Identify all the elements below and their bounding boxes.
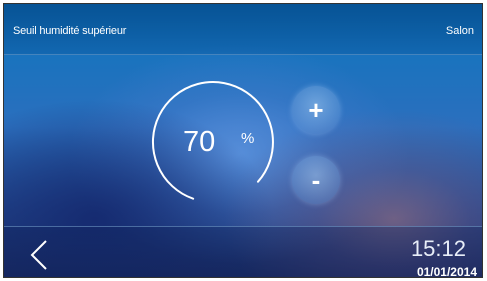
setpoint-unit: % — [241, 130, 255, 147]
clock-date: 01/01/2014 — [416, 265, 477, 278]
room-label: Salon — [445, 25, 474, 37]
bottom-bar: 15:12 01/01/2014 — [4, 226, 482, 278]
setpoint-value: 70 — [183, 126, 216, 158]
top-bar: Seuil humidité supérieur Salon — [4, 4, 482, 55]
minus-icon: - — [311, 165, 321, 195]
page-title: Seuil humidité supérieur — [13, 25, 127, 37]
increase-button[interactable]: + — [292, 86, 340, 134]
decrease-button[interactable]: - — [292, 156, 340, 204]
back-button[interactable] — [24, 237, 58, 273]
screen: Seuil humidité supérieur Salon 70 % + - … — [3, 3, 483, 278]
clock-time: 15:12 — [410, 236, 466, 261]
plus-icon: + — [308, 95, 324, 125]
chevron-left-icon — [30, 240, 47, 270]
